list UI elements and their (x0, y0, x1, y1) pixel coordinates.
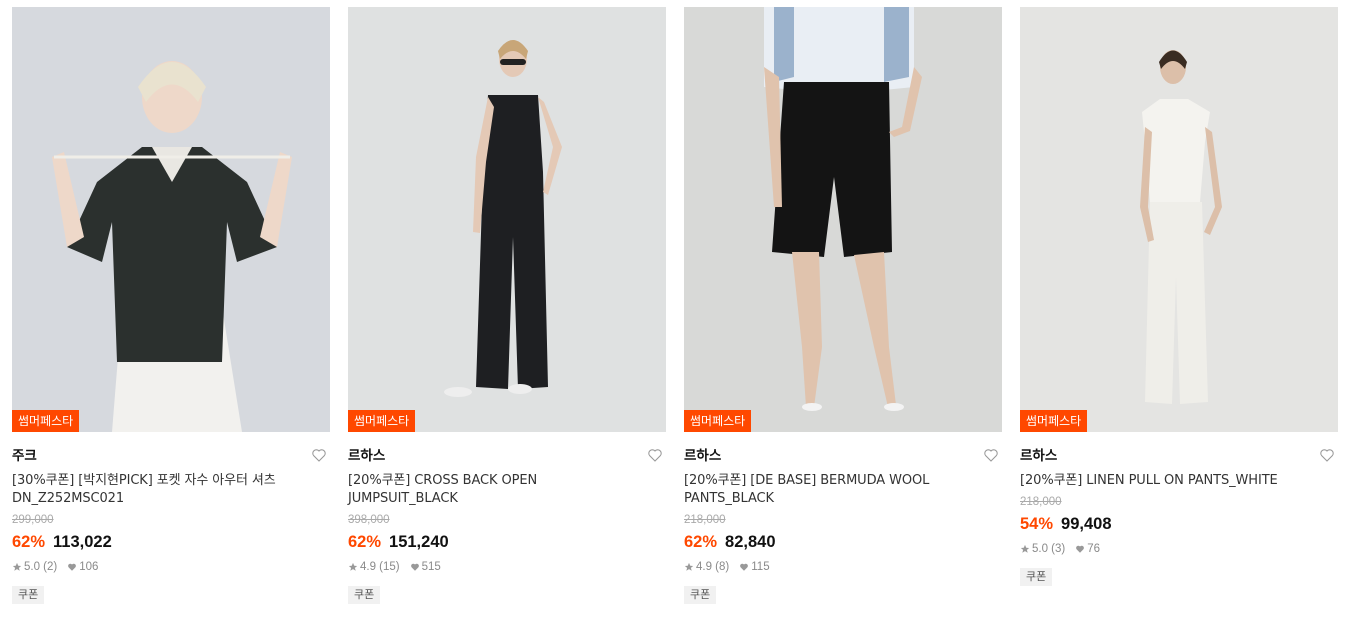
price-row: 62% 113,022 (12, 532, 330, 552)
rating-text: 4.9 (8) (696, 561, 730, 573)
coupon-tag: 쿠폰 (1020, 568, 1053, 586)
original-price: 398,000 (348, 514, 390, 526)
rating-text: 5.0 (2) (24, 561, 58, 573)
heart-icon[interactable] (983, 447, 999, 463)
product-image[interactable]: 썸머페스타 (684, 7, 1002, 432)
brand-name[interactable]: 주크 (12, 447, 330, 465)
brand-name[interactable]: 르하스 (1020, 447, 1338, 465)
heart-filled-icon (410, 563, 419, 571)
rating-text: 5.0 (3) (1032, 543, 1066, 555)
sale-price: 99,408 (1061, 515, 1112, 533)
product-image[interactable]: 썸머페스타 (348, 7, 666, 432)
likes: 115 (739, 560, 770, 574)
promo-badge: 썸머페스타 (684, 410, 752, 432)
brand-name[interactable]: 르하스 (684, 447, 1002, 465)
star-icon (1020, 544, 1030, 553)
review-meta: 5.0 (3) 76 (1020, 542, 1338, 556)
product-card[interactable]: 썸머페스타 르하스 [20%쿠폰] LINEN PULL ON PANTS_WH… (1020, 7, 1338, 586)
product-photo-icon (1020, 7, 1338, 432)
product-card[interactable]: 썸머페스타 르하스 [20%쿠폰] [DE BASE] BERMUDA WOOL… (684, 7, 1002, 604)
likes: 515 (410, 560, 441, 574)
discount-rate: 54% (1020, 515, 1054, 533)
rating-text: 4.9 (15) (360, 561, 400, 573)
heart-icon[interactable] (647, 447, 663, 463)
product-image[interactable]: 썸머페스타 (12, 7, 330, 432)
product-photo-icon (12, 7, 330, 432)
likes-count: 106 (79, 561, 99, 573)
likes-count: 515 (421, 561, 441, 573)
product-photo-icon (684, 7, 1002, 432)
promo-badge: 썸머페스타 (1020, 410, 1088, 432)
discount-rate: 62% (684, 533, 718, 551)
coupon-tag: 쿠폰 (12, 586, 45, 604)
product-image[interactable]: 썸머페스타 (1020, 7, 1338, 432)
coupon-tag: 쿠폰 (684, 586, 717, 604)
likes-count: 115 (751, 561, 770, 573)
heart-filled-icon (1076, 545, 1085, 553)
heart-filled-icon (740, 563, 749, 571)
heart-filled-icon (68, 563, 77, 571)
price-row: 62% 151,240 (348, 532, 666, 552)
likes: 76 (1075, 542, 1100, 556)
star-icon (684, 562, 694, 571)
review-meta: 4.9 (15) 515 (348, 560, 666, 574)
review-meta: 5.0 (2) 106 (12, 560, 330, 574)
sale-price: 151,240 (389, 533, 449, 551)
discount-rate: 62% (348, 533, 382, 551)
star-icon (12, 562, 22, 571)
product-title[interactable]: [20%쿠폰] CROSS BACK OPEN JUMPSUIT_BLACK (348, 472, 644, 508)
discount-rate: 62% (12, 533, 46, 551)
original-price: 218,000 (1020, 496, 1062, 508)
product-photo-icon (348, 7, 666, 432)
sale-price: 113,022 (53, 533, 112, 551)
heart-icon[interactable] (1319, 447, 1335, 463)
heart-icon[interactable] (311, 447, 327, 463)
brand-name[interactable]: 르하스 (348, 447, 666, 465)
promo-badge: 썸머페스타 (12, 410, 80, 432)
coupon-tag: 쿠폰 (348, 586, 381, 604)
promo-badge: 썸머페스타 (348, 410, 416, 432)
price-row: 54% 99,408 (1020, 514, 1338, 534)
product-title[interactable]: [20%쿠폰] [DE BASE] BERMUDA WOOL PANTS_BLA… (684, 472, 980, 508)
sale-price: 82,840 (725, 533, 776, 551)
original-price: 299,000 (12, 514, 54, 526)
product-title[interactable]: [20%쿠폰] LINEN PULL ON PANTS_WHITE (1020, 472, 1316, 490)
likes: 106 (67, 560, 98, 574)
review-meta: 4.9 (8) 115 (684, 560, 1002, 574)
product-grid: 썸머페스타 주크 [30%쿠폰] [박지현PICK] 포켓 자수 아우터 셔츠 … (12, 7, 1338, 617)
product-card[interactable]: 썸머페스타 주크 [30%쿠폰] [박지현PICK] 포켓 자수 아우터 셔츠 … (12, 7, 330, 604)
original-price: 218,000 (684, 514, 726, 526)
product-card[interactable]: 썸머페스타 르하스 [20%쿠폰] CROSS BACK OPEN JUMPSU… (348, 7, 666, 604)
price-row: 62% 82,840 (684, 532, 1002, 552)
star-icon (348, 562, 358, 571)
product-title[interactable]: [30%쿠폰] [박지현PICK] 포켓 자수 아우터 셔츠 DN_Z252MS… (12, 472, 308, 508)
likes-count: 76 (1087, 543, 1101, 555)
